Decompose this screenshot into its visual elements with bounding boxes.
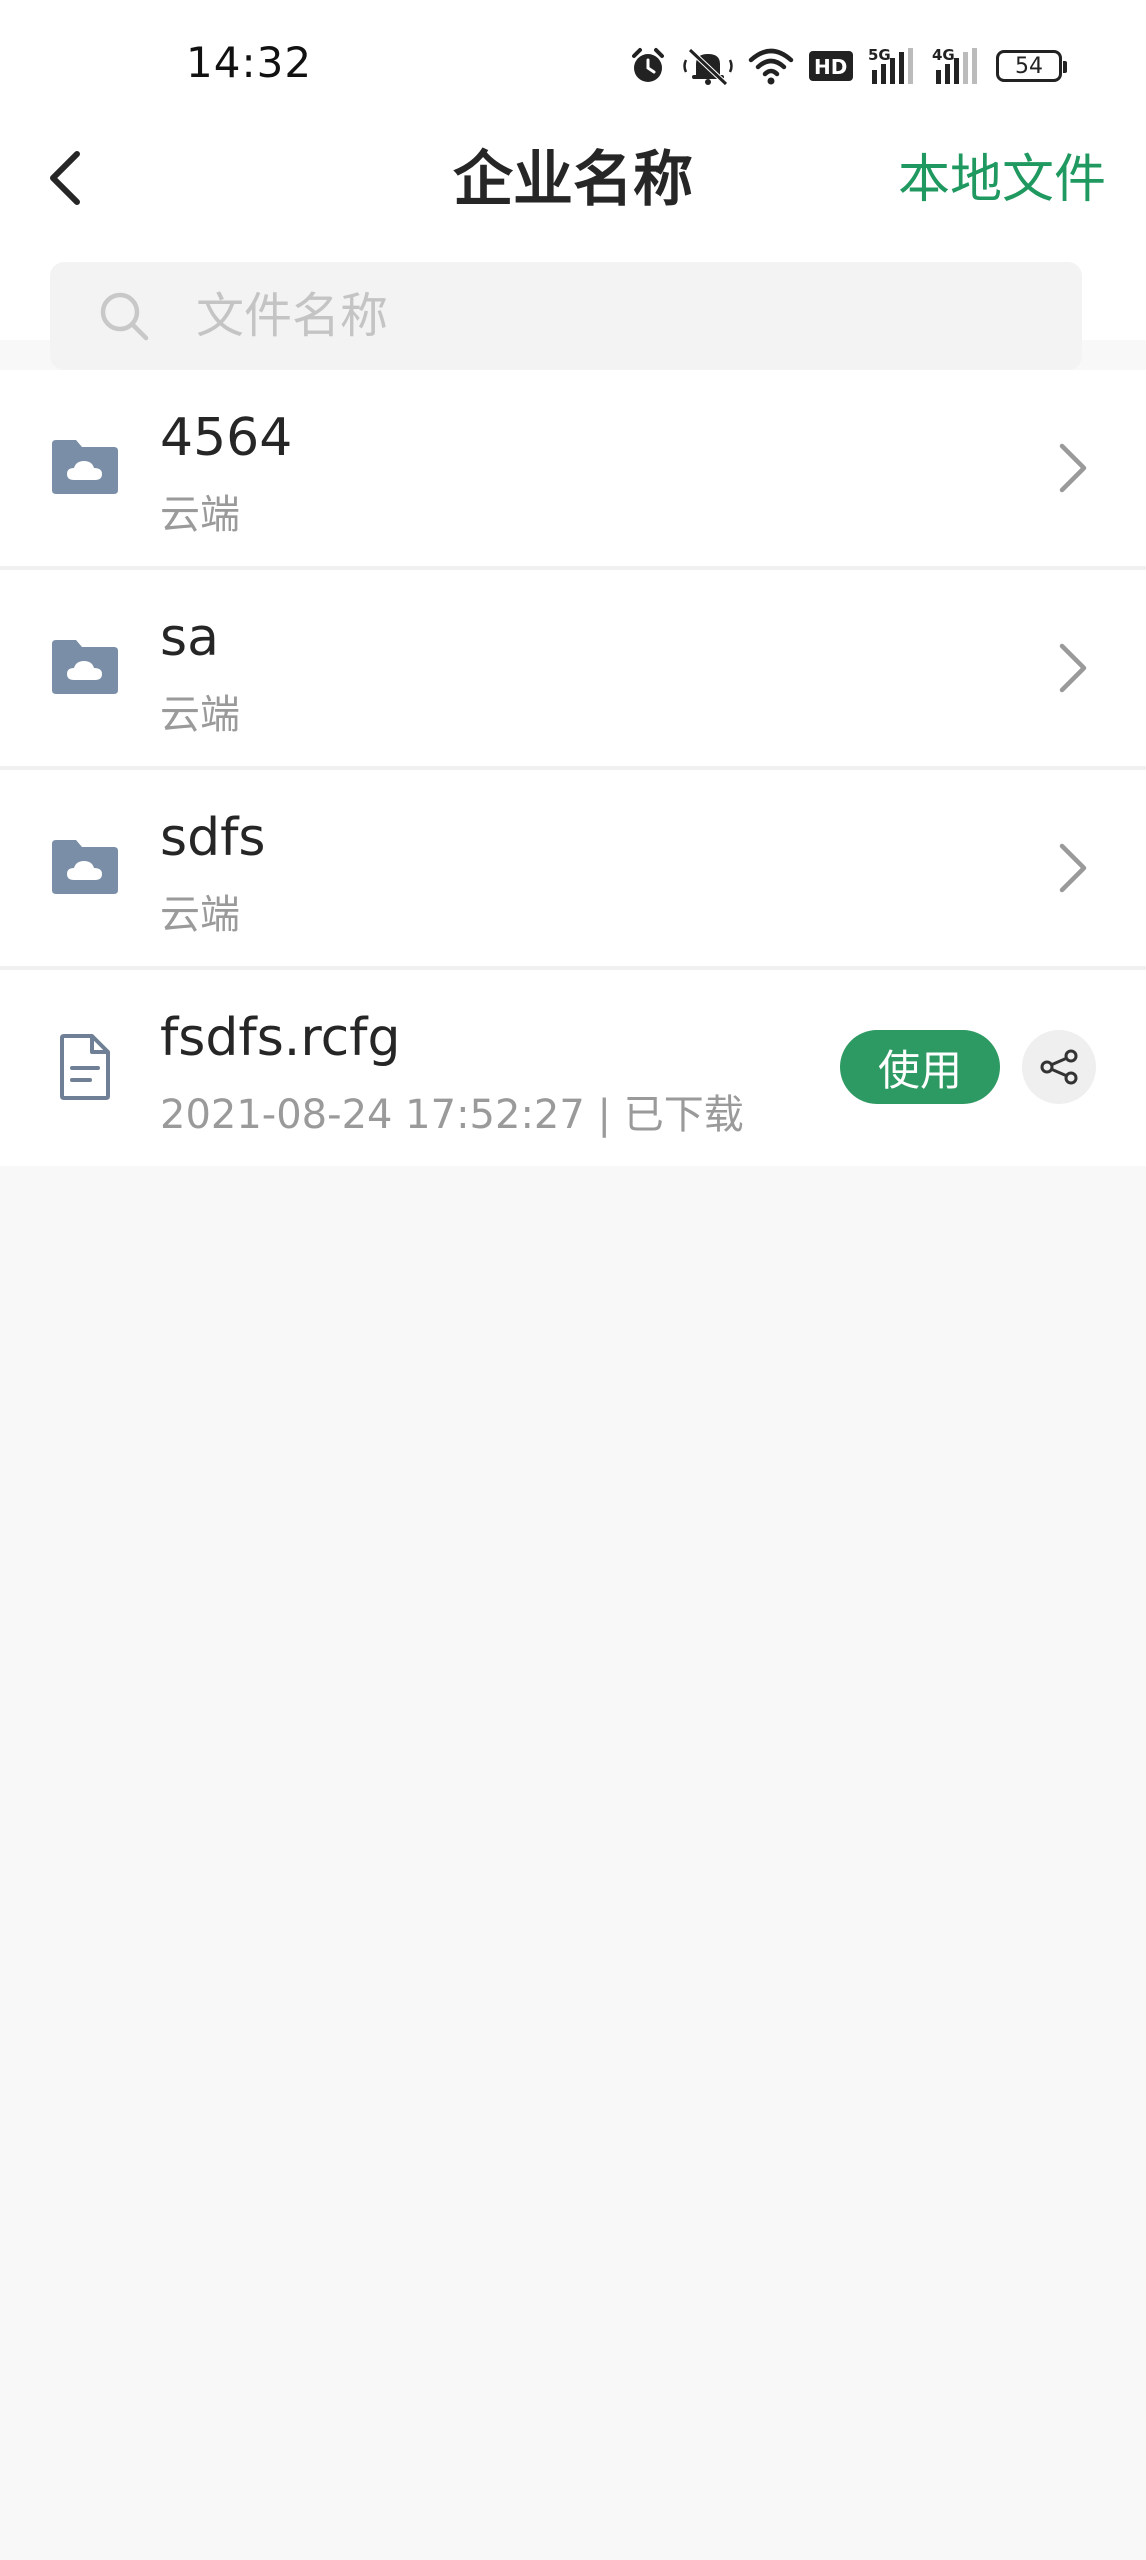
- search-input[interactable]: [194, 287, 998, 345]
- mute-icon: [683, 48, 733, 86]
- item-subtitle: 云端: [160, 892, 240, 938]
- battery-level: 54: [1015, 53, 1043, 79]
- signal-5g-icon: 5G: [868, 46, 913, 84]
- list-item-file-fsdfs[interactable]: fsdfs.rcfg 2021-08-24 17:52:27 | 已下载 使用: [0, 970, 1146, 1166]
- battery-indicator: 54: [996, 50, 1067, 82]
- share-button[interactable]: [1022, 1030, 1096, 1104]
- status-time: 14:32: [186, 38, 313, 87]
- item-subtitle: 云端: [160, 692, 240, 738]
- item-name: fsdfs.rcfg: [160, 1008, 401, 1068]
- cloud-folder-icon: [52, 840, 118, 894]
- signal-5g-label: 5G: [868, 46, 891, 64]
- item-subtitle: 云端: [160, 492, 240, 538]
- hd-icon: HD: [809, 51, 853, 81]
- share-icon: [1040, 1049, 1078, 1085]
- list-item-folder-sdfs[interactable]: sdfs 云端: [0, 770, 1146, 970]
- search-box[interactable]: [50, 262, 1082, 370]
- status-bar: 14:32 HD 5G 4G 54: [0, 0, 1146, 130]
- list-item-folder-4564[interactable]: 4564 云端: [0, 370, 1146, 570]
- alarm-icon: [632, 48, 664, 82]
- list-item-folder-sa[interactable]: sa 云端: [0, 570, 1146, 770]
- signal-4g-icon: 4G: [932, 46, 977, 84]
- use-button[interactable]: 使用: [840, 1030, 1000, 1104]
- item-name: sa: [160, 608, 219, 668]
- item-subtitle: 2021-08-24 17:52:27 | 已下载: [160, 1092, 744, 1138]
- chevron-right-icon: [1059, 843, 1087, 893]
- document-icon: [60, 1034, 110, 1100]
- signal-4g-label: 4G: [932, 46, 955, 64]
- local-files-button[interactable]: 本地文件: [898, 130, 1106, 230]
- hd-label: HD: [814, 55, 847, 79]
- header: 企业名称 本地文件: [0, 130, 1146, 370]
- cloud-folder-icon: [52, 640, 118, 694]
- cloud-folder-icon: [52, 440, 118, 494]
- file-list: 4564 云端 sa 云端 sdfs 云端 fsdfs.rcfg 2021-08…: [0, 370, 1146, 1166]
- status-icons: HD 5G 4G 54: [628, 38, 1067, 94]
- chevron-right-icon: [1059, 643, 1087, 693]
- wifi-icon: [748, 48, 794, 85]
- chevron-right-icon: [1059, 443, 1087, 493]
- item-name: 4564: [160, 408, 293, 468]
- item-name: sdfs: [160, 808, 266, 868]
- search-icon: [100, 292, 149, 341]
